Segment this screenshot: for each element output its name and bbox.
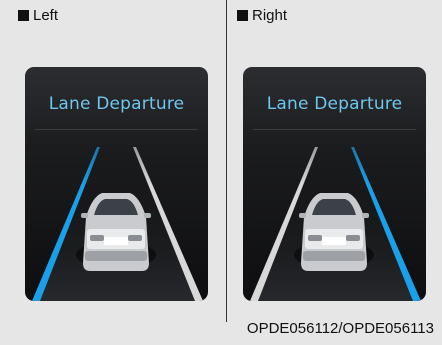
right-screen-title: Lane Departure: [266, 94, 403, 114]
right-panel-label: Right: [237, 7, 287, 24]
right-cluster-screen: Lane Departure: [243, 67, 426, 301]
figure-caption: OPDE056112/OPDE056113: [246, 320, 434, 337]
left-cluster-screen: Lane Departure: [25, 67, 208, 301]
black-square-icon: [18, 10, 29, 21]
black-square-icon: [237, 10, 248, 21]
left-screen-title: Lane Departure: [48, 94, 185, 114]
right-label-text: Right: [252, 7, 288, 24]
left-label-text: Left: [33, 7, 59, 24]
panel-divider: [226, 0, 227, 322]
left-panel-label: Left: [18, 7, 58, 24]
